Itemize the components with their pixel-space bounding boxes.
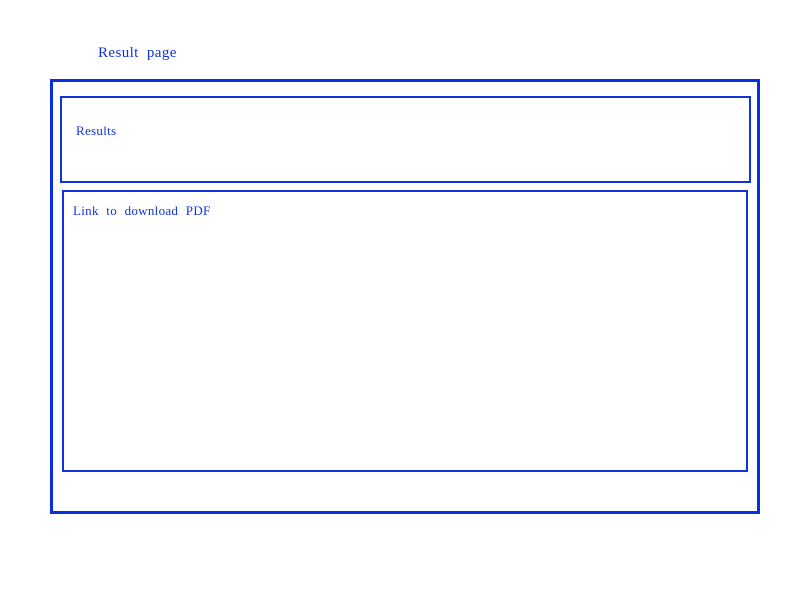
download-pdf-link[interactable]: Link to download PDF xyxy=(73,203,211,219)
page-title: Result page xyxy=(98,45,177,61)
download-panel: Link to download PDF xyxy=(62,190,748,472)
results-panel: Results xyxy=(60,96,751,183)
results-label: Results xyxy=(76,123,117,138)
